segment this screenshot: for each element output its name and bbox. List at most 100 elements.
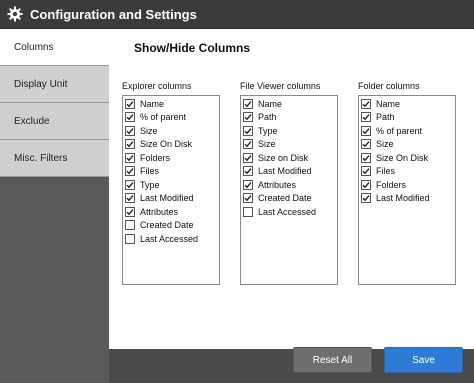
checkbox-label: % of parent	[376, 125, 423, 136]
checkbox-label: Size	[258, 139, 276, 150]
column-checkbox-item[interactable]: Attributes	[123, 205, 219, 219]
column-checkbox-item[interactable]: Size On Disk	[359, 151, 455, 165]
checkbox[interactable]	[243, 112, 253, 123]
checkbox-label: Last Modified	[140, 193, 194, 204]
column-checkbox-item[interactable]: % of parent	[123, 111, 219, 125]
settings-panel: Show/Hide Columns Explorer columns Name%…	[109, 29, 474, 349]
checkbox-label: Type	[258, 125, 278, 136]
column-checkbox-item[interactable]: Path	[359, 111, 455, 125]
checkmark-icon	[362, 195, 370, 202]
checkbox-label: Last Accessed	[140, 233, 199, 244]
checkbox[interactable]	[243, 125, 253, 136]
checkbox-label: Last Modified	[258, 166, 312, 177]
column-checkbox-item[interactable]: Type	[123, 178, 219, 192]
sidebar-item-display-unit[interactable]: Display Unit	[0, 66, 109, 103]
window-title: Configuration and Settings	[30, 6, 197, 22]
checkmark-icon	[244, 141, 252, 148]
checkmark-icon	[126, 141, 134, 148]
sidebar-item-columns[interactable]: Columns	[0, 29, 109, 66]
group-label: Explorer columns	[122, 81, 192, 91]
checkbox[interactable]	[125, 179, 135, 190]
reset-all-button[interactable]: Reset All	[293, 347, 372, 373]
column-checkbox-item[interactable]: Created Date	[241, 192, 337, 206]
checkbox[interactable]	[361, 166, 371, 177]
column-checkbox-item[interactable]: Size	[123, 124, 219, 138]
checkbox[interactable]	[125, 166, 135, 177]
checkbox[interactable]	[243, 179, 253, 190]
column-checkbox-item[interactable]: Folders	[123, 151, 219, 165]
checkmark-icon	[244, 168, 252, 175]
checkbox-label: Attributes	[140, 206, 179, 217]
checkbox-label: Path	[258, 112, 277, 123]
save-button[interactable]: Save	[384, 347, 463, 373]
column-checkbox-item[interactable]: Attributes	[241, 178, 337, 192]
checkbox[interactable]	[243, 152, 253, 163]
column-checkbox-item[interactable]: Files	[359, 165, 455, 179]
column-checkbox-item[interactable]: Name	[241, 97, 337, 111]
checkbox[interactable]	[125, 206, 135, 217]
column-checkbox-item[interactable]: Size on Disk	[241, 151, 337, 165]
checkbox-label: Files	[376, 166, 396, 177]
column-checkbox-item[interactable]: Last Accessed	[241, 205, 337, 219]
checkmark-icon	[362, 181, 370, 188]
checkbox[interactable]	[125, 125, 135, 136]
checkbox[interactable]	[125, 220, 135, 231]
checkbox[interactable]	[243, 139, 253, 150]
gear-icon	[7, 6, 23, 22]
checkbox-label: Name	[258, 98, 283, 109]
checkbox[interactable]	[243, 166, 253, 177]
column-checkbox-item[interactable]: Type	[241, 124, 337, 138]
checkbox[interactable]	[361, 152, 371, 163]
column-checkbox-item[interactable]: Files	[123, 165, 219, 179]
checkbox[interactable]	[361, 112, 371, 123]
sidebar-item-exclude[interactable]: Exclude	[0, 103, 109, 140]
column-checkbox-item[interactable]: Size	[241, 138, 337, 152]
checkbox-label: Type	[140, 179, 160, 190]
checkbox[interactable]	[125, 193, 135, 204]
checkbox-label: Created Date	[258, 193, 312, 204]
column-checkbox-item[interactable]: Last Accessed	[123, 232, 219, 246]
checkbox[interactable]	[125, 139, 135, 150]
column-checkbox-item[interactable]: Last Modified	[123, 192, 219, 206]
checkbox-list: Name % of parent Size Size On Disk Folders Fi…	[122, 95, 220, 285]
checkbox[interactable]	[125, 98, 135, 109]
column-checkbox-item[interactable]: Path	[241, 111, 337, 125]
checkbox-label: Size On Disk	[140, 139, 193, 150]
checkbox-label: Attributes	[258, 179, 297, 190]
checkbox-list: Name Path Type Size Size on Disk Last Modifie…	[240, 95, 338, 285]
checkbox-label: Folders	[140, 152, 171, 163]
folder-columns-group: Folder columns Name Path % of parent Size Si…	[358, 81, 456, 285]
column-checkbox-item[interactable]: Name	[123, 97, 219, 111]
checkbox[interactable]	[243, 98, 253, 109]
checkbox[interactable]	[361, 193, 371, 204]
checkbox-label: Size on Disk	[258, 152, 309, 163]
checkmark-icon	[126, 114, 134, 121]
column-checkbox-item[interactable]: Created Date	[123, 219, 219, 233]
explorer-columns-group: Explorer columns Name % of parent Size Size…	[122, 81, 220, 285]
checkbox[interactable]	[361, 125, 371, 136]
checkbox-label: Name	[140, 98, 165, 109]
column-checkbox-item[interactable]: Last Modified	[359, 192, 455, 206]
sidebar-item-misc-filters[interactable]: Misc. Filters	[0, 140, 109, 177]
column-checkbox-item[interactable]: Size	[359, 138, 455, 152]
checkbox[interactable]	[243, 193, 253, 204]
checkbox[interactable]	[243, 206, 253, 217]
checkbox[interactable]	[125, 112, 135, 123]
checkbox[interactable]	[361, 139, 371, 150]
checkmark-icon	[126, 168, 134, 175]
column-checkbox-item[interactable]: Name	[359, 97, 455, 111]
checkmark-icon	[126, 154, 134, 161]
checkbox-list: Name Path % of parent Size Size On Disk Files…	[358, 95, 456, 285]
checkmark-icon	[126, 208, 134, 215]
column-checkbox-item[interactable]: Size On Disk	[123, 138, 219, 152]
column-checkbox-item[interactable]: Last Modified	[241, 165, 337, 179]
group-label: Folder columns	[358, 81, 420, 91]
column-checkbox-item[interactable]: % of parent	[359, 124, 455, 138]
checkbox[interactable]	[361, 179, 371, 190]
checkbox[interactable]	[361, 98, 371, 109]
checkbox-label: Name	[376, 98, 401, 109]
checkbox[interactable]	[125, 152, 135, 163]
column-checkbox-item[interactable]: Folders	[359, 178, 455, 192]
checkbox-label: Last Accessed	[258, 206, 317, 217]
checkbox[interactable]	[125, 233, 135, 244]
